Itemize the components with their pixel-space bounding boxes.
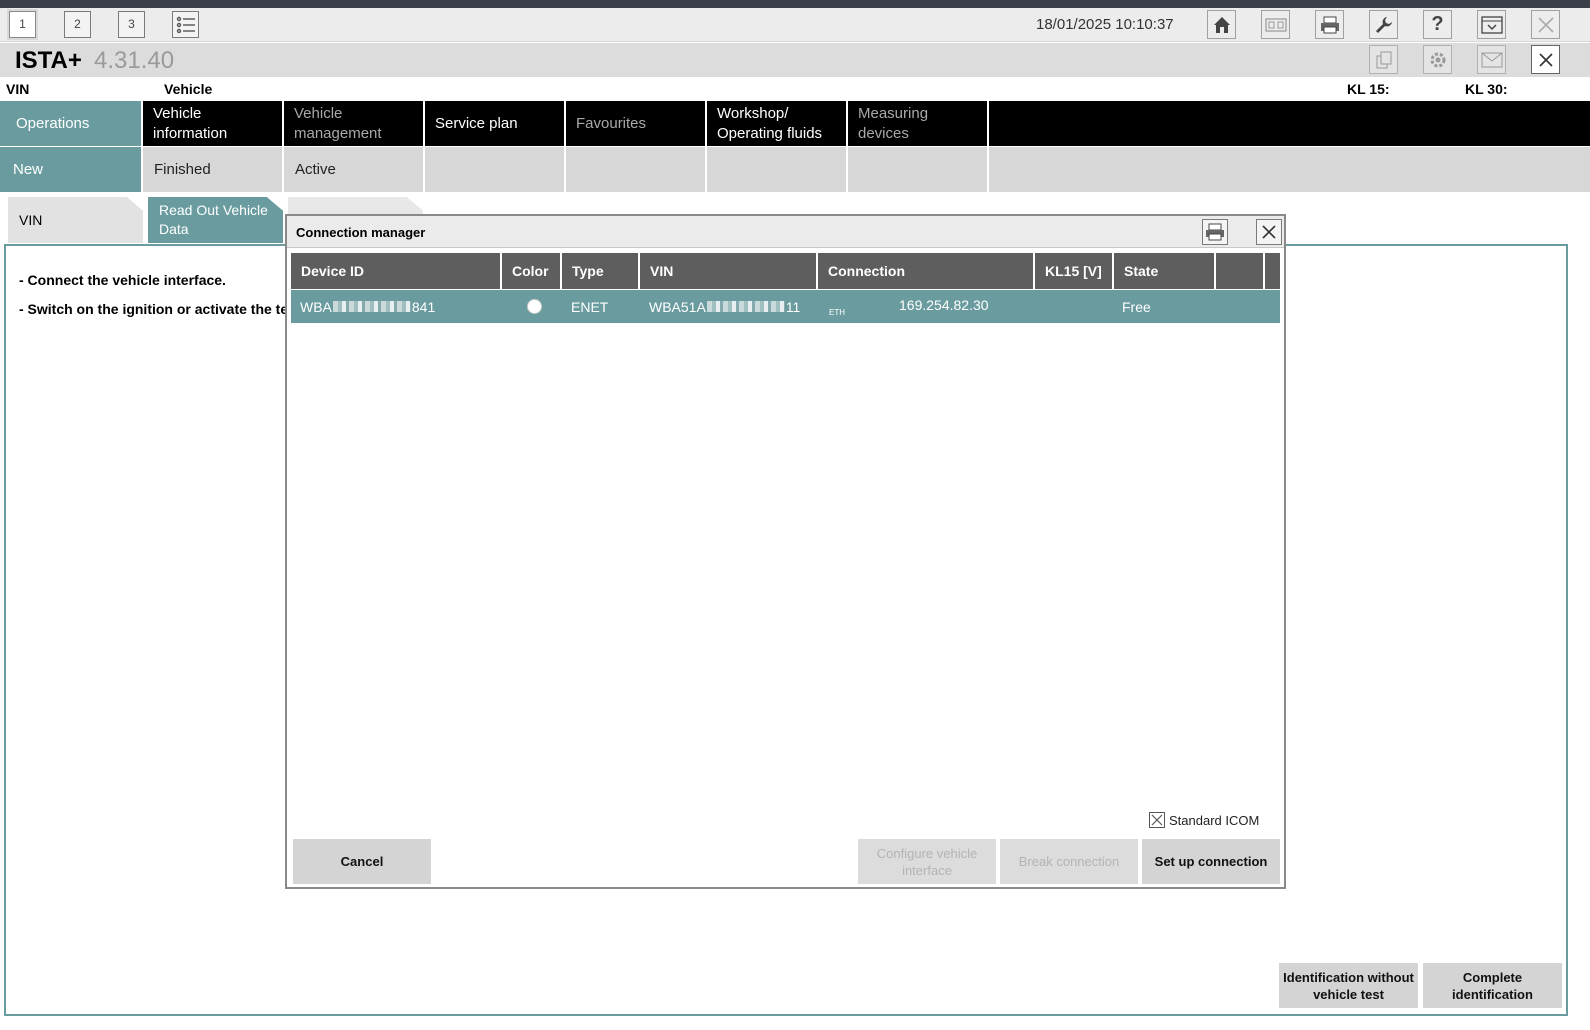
nav-tab-vehicle-management[interactable]: Vehicle management — [284, 101, 425, 146]
main-navigation: Operations Vehicle information Vehicle m… — [0, 101, 1590, 146]
cell-color — [527, 290, 547, 323]
workspace-2-button[interactable]: 2 — [64, 11, 91, 38]
subtab-empty-2 — [566, 147, 707, 192]
cell-device-id: WBA 841 — [300, 298, 436, 315]
app-version: 4.31.40 — [94, 47, 175, 74]
subtab-active[interactable]: Active — [284, 147, 425, 192]
step-tab-read-out-vehicle-data[interactable]: Read Out Vehicle Data — [148, 197, 283, 243]
cell-type: ENET — [571, 298, 609, 315]
app-title: ISTA+ — [15, 47, 82, 74]
instruction-line: - Switch on the ignition or activate the… — [19, 301, 301, 317]
device-table-header: Device ID Color Type VIN Connection KL15… — [291, 253, 1280, 289]
subtab-empty-4 — [848, 147, 989, 192]
dialog-title-bar: Connection manager — [287, 216, 1284, 248]
copy-button[interactable] — [1369, 45, 1398, 74]
table-row[interactable]: WBA 841 ENET WBA51A 11 ETH 169.254.82.30… — [291, 290, 1280, 323]
datetime-display: 18/01/2025 10:10:37 — [1036, 16, 1174, 33]
home-icon — [1213, 16, 1230, 33]
connection-type-label: ETH — [829, 308, 845, 317]
app-header: ISTA+ 4.31.40 — [0, 43, 1590, 77]
sub-navigation: New Finished Active — [0, 147, 1590, 192]
set-up-connection-button[interactable]: Set up connection — [1142, 839, 1280, 884]
list-icon — [173, 12, 198, 37]
break-connection-button[interactable]: Break connection — [1000, 839, 1138, 884]
vin-label: VIN — [6, 81, 30, 97]
column-header-color[interactable]: Color — [502, 253, 560, 289]
checkbox-check-icon — [1151, 814, 1163, 826]
instruction-line: - Connect the vehicle interface. — [19, 272, 226, 288]
column-header-spacer — [1265, 253, 1280, 289]
column-header-state[interactable]: State — [1114, 253, 1214, 289]
settings-button[interactable] — [1423, 45, 1452, 74]
title-bar: 1 2 3 18/01/2025 10:10:37 ? — [0, 8, 1590, 42]
workspace-3-button[interactable]: 3 — [118, 11, 145, 38]
close-session-button[interactable] — [1531, 45, 1560, 74]
connection-ip: 169.254.82.30 — [899, 296, 989, 313]
configure-vehicle-interface-button[interactable]: Configure vehicle interface — [858, 839, 996, 884]
instructions: - Connect the vehicle interface. - Switc… — [19, 266, 301, 324]
window-top-strip — [0, 0, 1590, 8]
redacted-block — [332, 301, 411, 312]
close-icon — [1538, 52, 1553, 67]
column-header-device-id[interactable]: Device ID — [291, 253, 500, 289]
cell-vin: WBA51A 11 — [649, 298, 801, 315]
dialog-close-button[interactable] — [1256, 219, 1282, 245]
cell-connection: ETH 169.254.82.30 — [829, 290, 1029, 323]
cancel-button[interactable]: Cancel — [293, 839, 431, 884]
complete-identification-button[interactable]: Complete identification — [1423, 963, 1562, 1008]
settings-icon — [1430, 52, 1445, 67]
minimize-button[interactable] — [1477, 10, 1506, 39]
help-icon: ? — [1431, 13, 1444, 35]
connection-manager-dialog: Connection manager Device ID Color Type … — [285, 214, 1286, 889]
nav-tab-vehicle-information[interactable]: Vehicle information — [143, 101, 284, 146]
help-button[interactable]: ? — [1423, 10, 1452, 39]
column-header-vin[interactable]: VIN — [640, 253, 816, 289]
close-icon — [1537, 16, 1554, 33]
column-header-extra — [1216, 253, 1263, 289]
subtab-empty-1 — [425, 147, 566, 192]
close-icon — [1262, 225, 1276, 239]
standard-icom-checkbox[interactable]: Standard ICOM — [1149, 812, 1259, 828]
mail-icon — [1481, 52, 1502, 67]
close-window-button[interactable] — [1531, 10, 1560, 39]
nav-tab-measuring-devices[interactable]: Measuring devices — [848, 101, 989, 146]
dual-view-icon — [1264, 17, 1287, 32]
cell-state: Free — [1122, 298, 1151, 315]
column-header-kl15[interactable]: KL15 [V] — [1035, 253, 1112, 289]
subtab-new[interactable]: New — [0, 147, 143, 192]
dialog-title: Connection manager — [296, 225, 426, 240]
mail-button[interactable] — [1477, 45, 1506, 74]
nav-tab-workshop-operating-fluids[interactable]: Workshop/ Operating fluids — [707, 101, 848, 146]
print-icon — [1320, 16, 1339, 33]
cell-kl15 — [1044, 290, 1114, 323]
nav-tab-operations[interactable]: Operations — [0, 101, 143, 146]
home-button[interactable] — [1207, 10, 1236, 39]
dialog-print-button[interactable] — [1202, 219, 1228, 245]
standard-icom-label: Standard ICOM — [1169, 812, 1260, 828]
color-indicator — [527, 299, 542, 314]
service-button[interactable] — [1369, 10, 1398, 39]
vehicle-info-row: VIN Vehicle KL 15: KL 30: — [0, 78, 1590, 101]
print-icon — [1206, 223, 1224, 241]
subtab-finished[interactable]: Finished — [143, 147, 284, 192]
step-tab-vin[interactable]: VIN — [8, 197, 143, 243]
nav-tab-service-plan[interactable]: Service plan — [425, 101, 566, 146]
subtab-empty-3 — [707, 147, 848, 192]
task-list-button[interactable] — [172, 11, 199, 38]
wrench-icon — [1375, 16, 1392, 33]
workspace-1-button[interactable]: 1 — [9, 11, 36, 38]
identification-without-vehicle-test-button[interactable]: Identification without vehicle test — [1279, 963, 1418, 1008]
redacted-block — [706, 301, 785, 312]
kl30-label: KL 30: — [1465, 81, 1508, 97]
column-header-type[interactable]: Type — [562, 253, 638, 289]
checkbox-box[interactable] — [1149, 812, 1165, 828]
print-button[interactable] — [1315, 10, 1344, 39]
vehicle-label: Vehicle — [164, 81, 213, 97]
minimize-icon — [1480, 15, 1503, 34]
copy-icon — [1376, 51, 1391, 68]
column-header-connection[interactable]: Connection — [818, 253, 1033, 289]
nav-tab-favourites[interactable]: Favourites — [566, 101, 707, 146]
dual-view-button[interactable] — [1261, 10, 1290, 39]
kl15-label: KL 15: — [1347, 81, 1390, 97]
